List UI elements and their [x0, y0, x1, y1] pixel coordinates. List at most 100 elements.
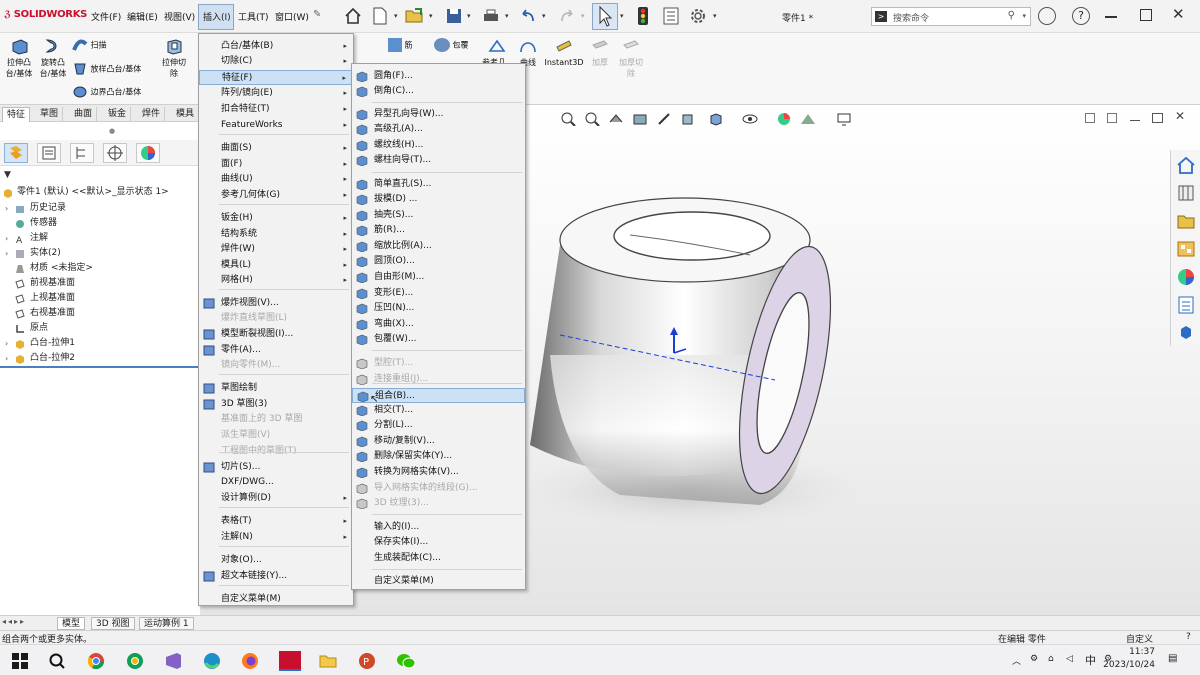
undo-icon[interactable]	[518, 6, 538, 26]
hide-show-items-icon[interactable]	[742, 112, 758, 126]
insert-menu-item-boss-base[interactable]: 凸台/基体(B) ▸	[199, 39, 353, 54]
propertymanager-icon[interactable]	[37, 143, 61, 163]
features-menu-item-24[interactable]: 删除/保留实体(Y)...	[352, 449, 525, 464]
revolved-boss-button[interactable]: 旋转凸台/基体	[38, 37, 68, 79]
new-document-icon[interactable]	[370, 6, 390, 26]
search-dropdown-icon[interactable]: ▾	[1022, 12, 1026, 20]
wrap-button[interactable]: 包覆	[434, 38, 469, 52]
print-dropdown-icon[interactable]: ▾	[505, 12, 509, 20]
tab-motion-study[interactable]: 运动算例 1	[139, 617, 194, 630]
home-icon[interactable]	[343, 6, 363, 26]
tray-chevron-icon[interactable]: ︿	[1012, 654, 1021, 667]
insert-menu-item-hyperlink[interactable]: 超文本链接(Y)...	[199, 569, 353, 584]
viewport-split-icon[interactable]	[1085, 113, 1095, 123]
edit-appearance-icon[interactable]	[776, 112, 792, 126]
save-icon[interactable]	[444, 6, 464, 26]
powerpoint-icon[interactable]: P	[358, 652, 376, 670]
insert-menu-item-structure-system[interactable]: 结构系统 ▸	[199, 227, 353, 242]
insert-menu-item-mesh[interactable]: 网格(H) ▸	[199, 273, 353, 288]
insert-menu-item-cut[interactable]: 切除(C) ▸	[199, 54, 353, 69]
expand-icon[interactable]: ›	[5, 246, 8, 261]
view-palette-icon[interactable]	[1175, 238, 1197, 260]
tab-mold-tools[interactable]: 模具	[172, 107, 200, 122]
search-commands-box[interactable]: > 搜索命令 ⚲ ▾	[871, 7, 1031, 26]
status-help-icon[interactable]: ?	[1186, 632, 1191, 642]
features-menu-item-9[interactable]: 抽壳(S)...	[352, 208, 525, 223]
insert-menu-item-customize-menu[interactable]: 自定义菜单(M)	[199, 592, 353, 607]
wechat-icon[interactable]	[396, 652, 416, 670]
features-menu-item-23[interactable]: 移动/复制(V)...	[352, 434, 525, 449]
options-gear-icon[interactable]	[688, 6, 708, 26]
tray-app-icon[interactable]: ⚙	[1030, 654, 1038, 664]
features-menu-item-11[interactable]: 缩放比例(A)...	[352, 239, 525, 254]
firefox-icon[interactable]	[241, 652, 259, 670]
menu-view[interactable]: 视图(V)	[164, 10, 195, 23]
tab-3d-views[interactable]: 3D 视图	[91, 617, 135, 630]
features-menu-item-22[interactable]: 分割(L)...	[352, 418, 525, 433]
taskbar-time[interactable]: 11:37	[1115, 647, 1155, 657]
features-menu-item-13[interactable]: 自由形(M)...	[352, 270, 525, 285]
features-menu-item-8[interactable]: 拔模(D) ...	[352, 192, 525, 207]
redo-dropdown-icon[interactable]: ▾	[581, 12, 585, 20]
chrome-profile-icon[interactable]	[126, 652, 144, 670]
sweep-button[interactable]: 扫描	[72, 38, 107, 52]
tab-weldments[interactable]: 焊件	[138, 107, 166, 122]
thickened-cut-button[interactable]: 加厚切除	[616, 37, 646, 79]
search-icon[interactable]	[48, 652, 66, 670]
edge-icon[interactable]	[203, 652, 221, 670]
features-menu-item-15[interactable]: 压凹(N)...	[352, 301, 525, 316]
open-dropdown-icon[interactable]: ▾	[429, 12, 433, 20]
insert-menu-item-dxf-dwg[interactable]: DXF/DWG...	[199, 475, 353, 490]
insert-menu-item-curve[interactable]: 曲线(U) ▸	[199, 172, 353, 187]
filter-icon[interactable]: ▼	[4, 170, 11, 180]
insert-menu-item-reference-geometry[interactable]: 参考几何体(G) ▸	[199, 188, 353, 203]
insert-menu-item-part[interactable]: 零件(A)...	[199, 343, 353, 358]
viewport-minimize-icon[interactable]	[1130, 120, 1140, 121]
notifications-icon[interactable]: ▤	[1168, 653, 1177, 664]
tab-sketch[interactable]: 草图	[36, 107, 64, 122]
solidworks-forum-icon[interactable]	[1175, 322, 1197, 344]
windows-start-icon[interactable]	[11, 652, 29, 670]
features-menu-item-3[interactable]: 异型孔向导(W)...	[352, 107, 525, 122]
insert-menu-item-face[interactable]: 面(F) ▸	[199, 157, 353, 172]
features-menu-item-12[interactable]: 圆顶(O)...	[352, 254, 525, 269]
configurationmanager-icon[interactable]	[70, 143, 94, 163]
insert-menu-item-slice[interactable]: 切片(S)...	[199, 460, 353, 475]
panel-collapse-handle[interactable]: ●	[109, 127, 115, 135]
solidworks-logo[interactable]: ℨ SOLIDWORKS	[4, 9, 87, 20]
features-menu-item-31[interactable]: 自定义菜单(M)	[352, 574, 525, 589]
rollback-bar[interactable]	[0, 366, 200, 368]
tab-scroll-arrows-icon[interactable]: ◂◂▸▸	[2, 617, 26, 626]
print-icon[interactable]	[481, 6, 501, 26]
featuremanager-tree-icon[interactable]	[4, 143, 28, 163]
extruded-boss-button[interactable]: 拉伸凸台/基体	[4, 37, 34, 79]
help-icon[interactable]: ?	[1072, 7, 1090, 25]
features-menu-item-4[interactable]: 高级孔(A)...	[352, 122, 525, 137]
insert-menu-item-features[interactable]: 特征(F) ▸	[199, 70, 353, 85]
custom-properties-icon[interactable]	[1175, 294, 1197, 316]
thicken-button[interactable]: 加厚	[588, 37, 612, 68]
features-menu-item-17[interactable]: 包覆(W)...	[352, 332, 525, 347]
options-dropdown-icon[interactable]: ▾	[713, 12, 717, 20]
zoom-to-area-icon[interactable]	[584, 112, 600, 127]
menu-tools[interactable]: 工具(T)	[238, 10, 269, 23]
boundary-boss-button[interactable]: 边界凸台/基体	[72, 85, 141, 99]
features-menu-item-25[interactable]: 转换为网格实体(V)...	[352, 465, 525, 480]
viewport-restore-icon[interactable]	[1152, 113, 1163, 123]
menu-insert[interactable]: 插入(I)	[198, 4, 234, 30]
features-menu-item-28[interactable]: 输入的(I)...	[352, 520, 525, 535]
features-menu-item-16[interactable]: 弯曲(X)...	[352, 317, 525, 332]
new-dropdown-icon[interactable]: ▾	[394, 12, 398, 20]
network-icon[interactable]: ⌂	[1048, 654, 1054, 664]
insert-menu-item-object[interactable]: 对象(O)...	[199, 553, 353, 568]
select-dropdown-icon[interactable]: ▾	[620, 12, 624, 20]
displaymanager-icon[interactable]	[136, 143, 160, 163]
insert-menu-item-sketch[interactable]: 草图绘制	[199, 381, 353, 396]
insert-menu-item-featureworks[interactable]: FeatureWorks ▸	[199, 118, 353, 133]
features-menu-item-7[interactable]: 简单直孔(S)...	[352, 177, 525, 192]
taskbar-date[interactable]: 2023/10/24	[1098, 660, 1155, 670]
select-button[interactable]	[592, 3, 618, 30]
save-dropdown-icon[interactable]: ▾	[467, 12, 471, 20]
view-settings-icon[interactable]	[836, 112, 852, 126]
instant3d-button[interactable]: Instant3D	[544, 37, 584, 68]
